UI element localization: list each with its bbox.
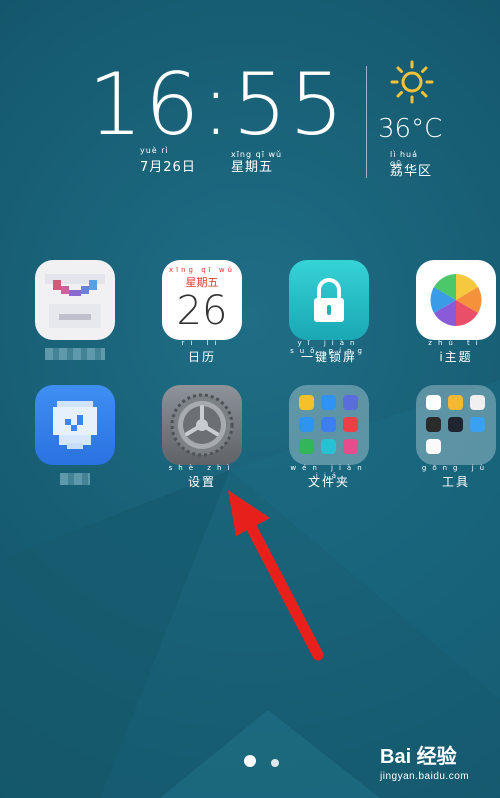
page-dot-active[interactable] [244,755,256,767]
weekday-pinyin: xīng qī wǔ [230,150,283,159]
app-label: zhǔ tí i主题 [428,339,484,364]
location-pinyin: lì huá qū [390,150,419,168]
app-label [25,473,125,489]
app-label: rì lì 日历 [181,339,223,364]
date-text: 7月26日 [140,160,196,175]
app-label: gōng jù 工具 [421,464,491,489]
watermark-brand: Bai 经验 [380,746,457,768]
folder-icon [416,385,496,465]
page-dot[interactable] [271,759,280,767]
location: lì huá qū 荔华区 [390,150,432,179]
settings-app[interactable]: shè zhì 设置 [152,385,252,489]
clock-divider [366,66,367,178]
baidu-watermark: Bai 经验 jingyan.baidu.com [380,740,469,782]
clock-widget[interactable]: 16:55 [88,62,358,148]
calendar-day: 26 [176,288,228,334]
date-pinyin: yuè rì [140,146,169,155]
app-label: shè zhì 设置 [168,464,236,489]
page-indicator[interactable] [244,752,289,771]
app-label: yī jiàn suǒ píng 一键锁屏 [290,339,368,364]
pixelated-shopping-app[interactable] [25,260,125,364]
watermark-url: jingyan.baidu.com [380,771,470,782]
files-folder[interactable]: wén jiàn jiá 文件夹 [279,385,379,489]
app-label: wén jiàn jiá 文件夹 [290,464,368,489]
temperature: 36°C [378,114,443,144]
clock-time: 16:55 [88,55,346,155]
lock-icon [289,260,369,340]
pixelated-security-app[interactable] [25,385,125,489]
weekday-text: 星期五 [230,160,273,175]
folder-icon [289,385,369,465]
shield-check-icon [35,385,115,465]
themes-app[interactable]: zhǔ tí i主题 [406,260,500,364]
calendar-header-pinyin: xīng qī wǔ [169,266,235,274]
calendar-icon: xīng qī wǔ 星期五 26 [162,260,242,340]
one-key-lock-app[interactable]: yī jiàn suǒ píng 一键锁屏 [279,260,379,364]
calendar-app[interactable]: xīng qī wǔ 星期五 26 rì lì 日历 [152,260,252,364]
tools-folder[interactable]: gōng jù 工具 [406,385,500,489]
shopping-bag-icon [35,260,115,340]
pinwheel-icon [416,260,496,340]
app-label [25,348,125,364]
clock-date: yuè rì 7月26日 xīng qī wǔ 星期五 [140,146,281,175]
gear-icon [162,385,242,465]
sun-icon[interactable] [390,60,434,104]
